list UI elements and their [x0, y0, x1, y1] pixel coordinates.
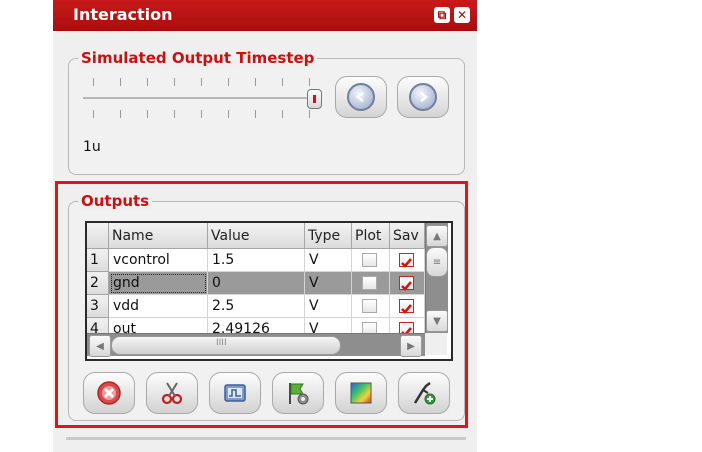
slider-tick	[255, 78, 256, 86]
slider-tick	[228, 78, 229, 86]
previous-timestep-button[interactable]	[335, 76, 387, 118]
slider-tick	[174, 110, 175, 118]
slider-tick	[147, 110, 148, 118]
slider-tick	[93, 78, 94, 86]
slider-tick	[201, 110, 202, 118]
slider-tick	[201, 78, 202, 86]
restore-icon[interactable]: ⧉	[434, 7, 450, 23]
slider-tick	[147, 78, 148, 86]
timestep-value: 1u	[83, 139, 101, 155]
slider-tick	[120, 110, 121, 118]
slider-tick	[255, 110, 256, 118]
timestep-group-title: Simulated Output Timestep	[78, 49, 318, 67]
outputs-highlight-box	[55, 181, 468, 428]
timestep-slider-handle[interactable]	[307, 89, 322, 109]
slider-tick	[309, 78, 310, 86]
arrow-right-icon	[409, 83, 437, 111]
close-icon[interactable]: ✕	[454, 7, 470, 23]
section-separator	[66, 437, 466, 440]
slider-tick	[309, 110, 310, 118]
slider-tick	[93, 110, 94, 118]
slider-ticks-top	[83, 78, 323, 86]
slider-tick	[174, 78, 175, 86]
timestep-slider-track[interactable]	[83, 97, 316, 99]
arrow-left-icon	[347, 83, 375, 111]
slider-tick	[120, 78, 121, 86]
slider-ticks-bottom	[83, 110, 323, 118]
title-bar: Interaction ⧉ ✕	[53, 0, 477, 31]
slider-tick	[282, 110, 283, 118]
slider-tick	[282, 78, 283, 86]
panel-title: Interaction	[73, 5, 173, 24]
slider-tick	[228, 110, 229, 118]
next-timestep-button[interactable]	[397, 76, 449, 118]
